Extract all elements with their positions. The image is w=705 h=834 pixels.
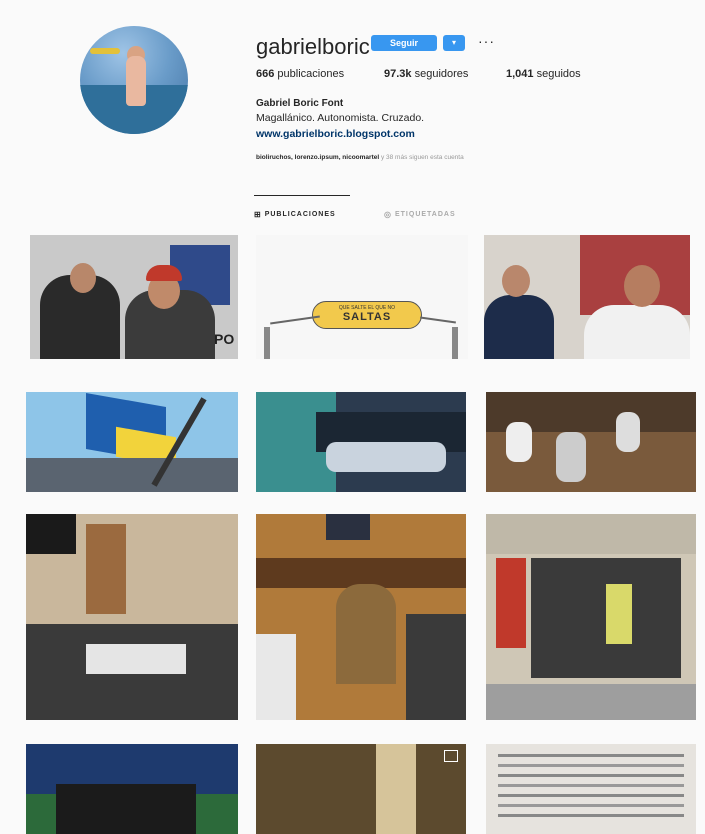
post-thumbnail[interactable] [486,514,696,720]
profile-website-link[interactable]: www.gabrielboric.blogspot.com [256,128,415,140]
suggested-dropdown-button[interactable]: ▾ [443,35,465,51]
post-thumbnail[interactable] [484,235,690,359]
post-thumbnail[interactable] [256,514,466,720]
profile-username: gabrielboric [256,34,370,59]
banner-drawing: QUE SALTE EL QUE NO SALTAS [312,301,422,329]
profile-header: gabrielboric Seguir ▾ ··· 666 publicacio… [0,0,705,228]
tab-active-indicator [254,195,350,196]
profile-bio: Magallánico. Autonomista. Cruzado. [256,112,425,124]
avatar-boat [90,48,120,54]
profile-full-name: Gabriel Boric Font [256,98,344,109]
photo-sign-text: PO [214,331,235,347]
post-thumbnail[interactable] [26,392,238,492]
followed-by-text[interactable]: bioliruchos, lorenzo.ipsum, nicoomartel … [256,154,464,161]
post-thumbnail[interactable] [486,744,696,834]
followers-stat[interactable]: 97.3k seguidores [384,68,468,80]
tab-divider [0,195,705,196]
post-thumbnail[interactable] [486,392,696,492]
post-thumbnail[interactable] [256,744,466,834]
follow-button[interactable]: Seguir [371,35,437,51]
multi-photo-icon [444,750,458,762]
chevron-down-icon: ▾ [451,38,456,47]
profile-avatar[interactable] [80,26,188,134]
tab-posts[interactable]: ⊞ PUBLICACIONES [254,210,336,219]
post-thumbnail[interactable] [26,514,238,720]
avatar-person [126,56,146,106]
following-stat[interactable]: 1,041 seguidos [506,68,581,80]
tag-icon: ◎ [384,210,392,219]
more-icon[interactable]: ··· [478,33,495,49]
post-thumbnail[interactable] [256,392,466,492]
grid-icon: ⊞ [254,210,262,219]
post-thumbnail[interactable]: PO [30,235,238,359]
post-thumbnail[interactable]: QUE SALTE EL QUE NO SALTAS [256,235,468,359]
post-thumbnail[interactable] [26,744,238,834]
tab-tagged[interactable]: ◎ ETIQUETADAS [384,210,456,219]
posts-stat: 666 publicaciones [256,68,345,80]
